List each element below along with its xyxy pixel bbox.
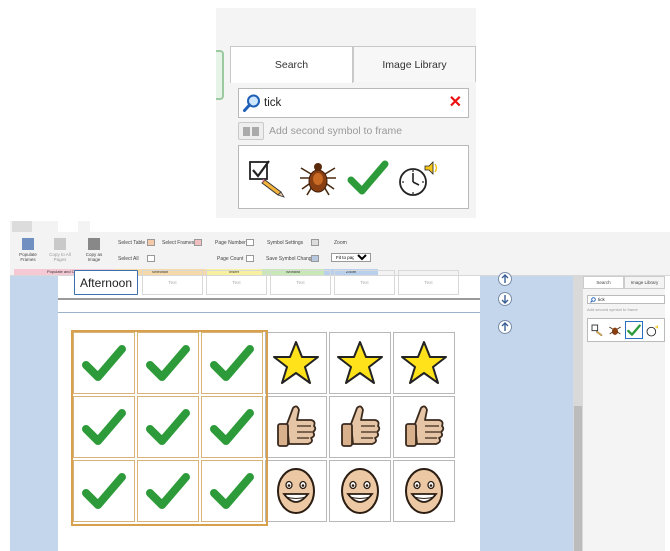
- text-cell[interactable]: Text: [270, 270, 331, 295]
- smile-icon: [341, 468, 379, 514]
- symbol-search-box[interactable]: ✕: [238, 88, 469, 118]
- table-icon: [147, 239, 155, 246]
- grid-cell-star[interactable]: [329, 332, 391, 394]
- grid-cell-star[interactable]: [393, 332, 455, 394]
- grid-cell-thumbs-up[interactable]: [265, 396, 327, 458]
- mini-tab-image-library[interactable]: Image Library: [624, 276, 665, 288]
- select-frames-button[interactable]: Select Frames: [162, 240, 194, 246]
- document-canvas[interactable]: Afternoon Text Text Text Text Text Searc…: [10, 270, 665, 551]
- search-icon: [243, 94, 260, 112]
- thumbs-up-icon: [277, 405, 317, 447]
- page-number-button[interactable]: Page Number: [215, 240, 246, 246]
- add-column-tool[interactable]: [498, 320, 512, 334]
- text-cell[interactable]: Text: [142, 270, 203, 295]
- plus-down-icon: [501, 295, 509, 304]
- document-page[interactable]: Afternoon Text Text Text Text Text: [58, 270, 480, 551]
- smile-icon: [277, 468, 315, 514]
- panel-edge-handle[interactable]: [216, 50, 224, 100]
- tab-strip: [10, 221, 90, 232]
- copy-to-all-pages-button[interactable]: Copy to All Pages: [48, 238, 72, 262]
- grid-cell-thumbs-up[interactable]: [329, 396, 391, 458]
- vertical-scrollbar[interactable]: [573, 276, 583, 551]
- smile-icon: [405, 468, 443, 514]
- frame-icon: [238, 122, 264, 140]
- select-all-icon: [147, 255, 155, 262]
- symbol-settings-icon: [311, 239, 319, 246]
- plus-up-icon: [501, 322, 509, 331]
- image-copy-icon: [88, 238, 100, 250]
- selection-outline: [71, 330, 268, 526]
- save-icon: [311, 255, 319, 262]
- frames-icon: [194, 239, 202, 246]
- thumbs-up-icon: [341, 405, 381, 447]
- add-row-tool[interactable]: [498, 292, 512, 306]
- star-icon: [273, 341, 319, 384]
- zoom-select[interactable]: Fit to page: [331, 253, 371, 262]
- mini-panel-tabs: Search Image Library: [583, 276, 665, 289]
- save-symbol-changes-button[interactable]: Save Symbol Changes: [266, 256, 317, 262]
- mini-tab-search[interactable]: Search: [583, 276, 624, 288]
- star-icon: [401, 341, 447, 384]
- symbol-search-panel: Search Image Library tick Add second sym…: [583, 276, 665, 551]
- search-input[interactable]: [264, 97, 444, 109]
- tick-insect-icon[interactable]: [608, 323, 622, 337]
- arrow-up-icon: [501, 274, 509, 283]
- section-divider: [58, 312, 480, 313]
- page-count-button[interactable]: Page Count: [217, 256, 243, 262]
- green-checkmark-icon[interactable]: [347, 156, 389, 198]
- star-icon: [337, 341, 383, 384]
- green-checkmark-icon: [627, 324, 641, 336]
- close-x-icon[interactable]: ✕: [449, 94, 462, 112]
- populate-frames-button[interactable]: Populate Frames: [16, 238, 40, 262]
- mini-search-results: [587, 318, 665, 342]
- add-second-symbol[interactable]: Add second symbol to frame: [238, 122, 402, 140]
- thumbs-up-icon: [405, 405, 445, 447]
- page-count-icon: [246, 255, 254, 262]
- select-table-button[interactable]: Select Table: [118, 240, 145, 246]
- search-results: [238, 145, 469, 209]
- symbol-settings-button[interactable]: Symbol Settings: [267, 240, 303, 246]
- zoom-label: Zoom: [334, 240, 347, 246]
- populate-icon: [22, 238, 34, 250]
- panel-tabs: Search Image Library: [230, 46, 476, 83]
- grid-cell-star[interactable]: [265, 332, 327, 394]
- insert-frame-tool[interactable]: [498, 272, 512, 286]
- tab-image-library[interactable]: Image Library: [353, 46, 476, 82]
- alarm-clock-icon[interactable]: [646, 323, 660, 337]
- afternoon-header-cell[interactable]: Afternoon: [74, 270, 138, 295]
- select-all-button[interactable]: Select All: [118, 256, 139, 262]
- text-cell[interactable]: Text: [334, 270, 395, 295]
- ribbon-tab[interactable]: [12, 221, 32, 232]
- checkbox-pencil-icon[interactable]: [247, 156, 289, 198]
- scrollbar-thumb[interactable]: [574, 406, 582, 551]
- grid-cell-thumbs-up[interactable]: [393, 396, 455, 458]
- copy-as-image-button[interactable]: Copy as Image: [82, 238, 106, 262]
- grid-cell-smile[interactable]: [265, 460, 327, 522]
- alarm-clock-icon[interactable]: [397, 156, 439, 198]
- mini-search-input[interactable]: tick: [587, 295, 665, 304]
- tick-insect-icon[interactable]: [297, 156, 339, 198]
- symbol-search-panel-zoom: Search Image Library ✕ Add second symbol…: [216, 8, 476, 218]
- grid-cell-smile[interactable]: [393, 460, 455, 522]
- tab-search[interactable]: Search: [230, 46, 353, 83]
- text-cell[interactable]: Text: [206, 270, 267, 295]
- text-cell[interactable]: Text: [398, 270, 459, 295]
- mini-add-second-symbol[interactable]: Add second symbol to frame: [587, 307, 638, 312]
- selected-result[interactable]: [625, 321, 643, 339]
- ribbon-tab-active[interactable]: [58, 221, 78, 232]
- add-second-symbol-label: Add second symbol to frame: [269, 125, 403, 137]
- page-number-icon: [246, 239, 254, 246]
- copy-icon: [54, 238, 66, 250]
- grid-cell-smile[interactable]: [329, 460, 391, 522]
- search-icon: [590, 296, 596, 303]
- page-divider: [58, 298, 480, 300]
- checkbox-pencil-icon[interactable]: [591, 323, 605, 337]
